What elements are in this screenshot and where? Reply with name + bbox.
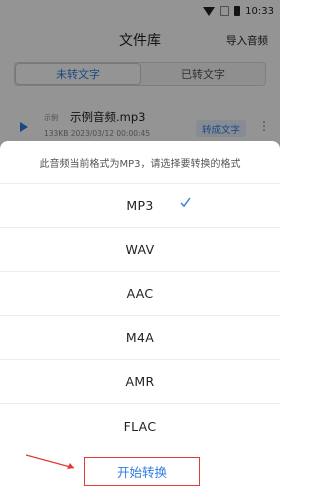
arrow-annotation [25,454,75,469]
sheet-hint: 此音频当前格式为MP3，请选择要转换的格式 [0,141,280,184]
option-label: MP3 [126,198,154,213]
start-convert-button[interactable]: 开始转换 [84,457,200,486]
format-option-amr[interactable]: AMR [0,360,280,404]
format-bottom-sheet: 此音频当前格式为MP3，请选择要转换的格式 MP3 WAV AAC M4A AM… [0,141,280,500]
check-icon [180,197,191,208]
format-option-aac[interactable]: AAC [0,272,280,316]
option-label: M4A [125,330,155,345]
format-options: MP3 WAV AAC M4A AMR FLAC [0,184,280,448]
option-label: AAC [126,286,154,301]
option-label: FLAC [123,418,157,434]
option-label: AMR [125,374,155,389]
format-option-flac[interactable]: FLAC [0,404,280,448]
option-label: WAV [125,242,155,257]
format-option-m4a[interactable]: M4A [0,316,280,360]
format-option-mp3[interactable]: MP3 [0,184,280,228]
format-option-wav[interactable]: WAV [0,228,280,272]
start-area: 开始转换 [0,449,280,500]
